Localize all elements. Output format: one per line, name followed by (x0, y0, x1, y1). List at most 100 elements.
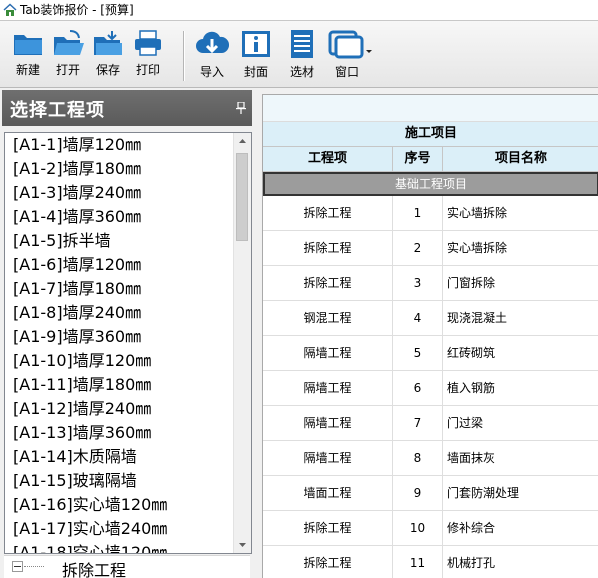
list-item[interactable]: [A1-6]墙厚120㎜ (13, 253, 141, 277)
cell-index: 4 (393, 301, 443, 335)
list-item[interactable]: [A1-18]空心墙120㎜ (13, 541, 167, 553)
table-row[interactable]: 拆除工程 2 实心墙拆除 (263, 231, 598, 266)
save-button[interactable]: 保存 (88, 29, 128, 85)
window-title: Tab装饰报价 - [预算] (20, 3, 134, 17)
printer-icon (135, 30, 161, 56)
cell-item-name: 现浇混凝土 (443, 301, 598, 335)
new-button[interactable]: 新建 (8, 29, 48, 85)
budget-grid: 施工项目 工程项 序号 项目名称 基础工程项目 拆除工程 1 实心墙拆除 拆除工… (262, 94, 598, 578)
material-doc-icon (291, 30, 313, 58)
list-item[interactable]: [A1-2]墙厚180㎜ (13, 157, 141, 181)
list-item[interactable]: [A1-10]墙厚120㎜ (13, 349, 151, 373)
project-item-panel: 选择工程项 [A1-1]墙厚120㎜ [A1-2]墙厚180㎜ [A1-3]墙厚… (0, 88, 254, 578)
column-header[interactable]: 序号 (393, 147, 443, 171)
list-item[interactable]: [A1-7]墙厚180㎜ (13, 277, 141, 301)
table-row[interactable]: 钢混工程 4 现浇混凝土 (263, 301, 598, 336)
cell-category: 拆除工程 (263, 546, 393, 578)
list-item[interactable]: [A1-14]木质隔墙 (13, 445, 137, 469)
toolbar-separator (183, 31, 185, 81)
cell-index: 9 (393, 476, 443, 510)
cell-index: 10 (393, 511, 443, 545)
folder-open-icon (54, 30, 84, 55)
group-header: 施工项目 (263, 122, 598, 147)
list-item[interactable]: [A1-8]墙厚240㎜ (13, 301, 141, 325)
print-button[interactable]: 打印 (128, 29, 168, 85)
cell-category: 拆除工程 (263, 511, 393, 545)
collapse-toggle-icon[interactable] (12, 561, 23, 572)
budget-table-area: 施工项目 工程项 序号 项目名称 基础工程项目 拆除工程 1 实心墙拆除 拆除工… (254, 88, 598, 578)
cell-category: 拆除工程 (263, 231, 393, 265)
cell-item-name: 实心墙拆除 (443, 231, 598, 265)
table-row[interactable]: 隔墙工程 5 红砖砌筑 (263, 336, 598, 371)
list-item[interactable]: [A1-11]墙厚180㎜ (13, 373, 151, 397)
cell-category: 隔墙工程 (263, 336, 393, 370)
column-header-row: 工程项 序号 项目名称 (263, 147, 598, 172)
table-row[interactable]: 拆除工程 11 机械打孔 (263, 546, 598, 578)
pin-icon[interactable] (236, 102, 246, 114)
cell-index: 1 (393, 196, 443, 230)
cell-category: 隔墙工程 (263, 441, 393, 475)
list-item[interactable]: [A1-4]墙厚360㎜ (13, 205, 141, 229)
panel-header: 选择工程项 (2, 90, 252, 126)
list-item[interactable]: [A1-17]实心墙240㎜ (13, 517, 167, 541)
cell-index: 6 (393, 371, 443, 405)
table-row[interactable]: 隔墙工程 8 墙面抹灰 (263, 441, 598, 476)
download-icon (196, 31, 229, 54)
cell-index: 7 (393, 406, 443, 440)
info-cover-icon (242, 31, 270, 57)
scroll-up-icon[interactable] (234, 133, 251, 150)
cell-category: 拆除工程 (263, 196, 393, 230)
cell-item-name: 门窗拆除 (443, 266, 598, 300)
cell-index: 2 (393, 231, 443, 265)
save-icon (94, 31, 122, 55)
cell-category: 拆除工程 (263, 266, 393, 300)
column-header[interactable]: 工程项 (263, 147, 393, 171)
material-button[interactable]: 选材 (282, 29, 322, 85)
house-icon (3, 3, 17, 16)
list-item[interactable]: [A1-9]墙厚360㎜ (13, 325, 141, 349)
list-item[interactable]: [A1-15]玻璃隔墙 (13, 469, 137, 493)
scroll-thumb[interactable] (236, 153, 248, 241)
panel-title: 选择工程项 (10, 100, 105, 121)
window-button[interactable]: 窗口 (327, 29, 372, 85)
folder-new-icon (14, 35, 42, 55)
cell-item-name: 修补综合 (443, 511, 598, 545)
scroll-down-icon[interactable] (234, 536, 251, 553)
column-header[interactable]: 项目名称 (443, 147, 598, 171)
cell-index: 8 (393, 441, 443, 475)
toolbar: 新建 打开 保存 打印 导入 封面 选材 窗口 (0, 21, 598, 88)
cover-button[interactable]: 封面 (236, 29, 276, 85)
table-row[interactable]: 墙面工程 9 门套防潮处理 (263, 476, 598, 511)
cell-item-name: 实心墙拆除 (443, 196, 598, 230)
grid-top-band (263, 95, 598, 122)
table-row[interactable]: 隔墙工程 7 门过梁 (263, 406, 598, 441)
open-button[interactable]: 打开 (48, 29, 88, 85)
cell-item-name: 植入钢筋 (443, 371, 598, 405)
list-item[interactable]: [A1-3]墙厚240㎜ (13, 181, 141, 205)
table-row[interactable]: 拆除工程 1 实心墙拆除 (263, 196, 598, 231)
list-item[interactable]: [A1-13]墙厚360㎜ (13, 421, 151, 445)
section-row[interactable]: 基础工程项目 (263, 172, 598, 196)
list-item[interactable]: [A1-1]墙厚120㎜ (13, 133, 141, 157)
project-item-list[interactable]: [A1-1]墙厚120㎜ [A1-2]墙厚180㎜ [A1-3]墙厚240㎜ [… (4, 132, 252, 554)
cell-item-name: 门套防潮处理 (443, 476, 598, 510)
table-row[interactable]: 隔墙工程 6 植入钢筋 (263, 371, 598, 406)
list-item[interactable]: [A1-5]拆半墙 (13, 229, 111, 253)
import-button[interactable]: 导入 (192, 29, 232, 85)
window-icon (328, 30, 372, 59)
cell-item-name: 红砖砌筑 (443, 336, 598, 370)
table-row[interactable]: 拆除工程 3 门窗拆除 (263, 266, 598, 301)
cell-item-name: 墙面抹灰 (443, 441, 598, 475)
cell-index: 5 (393, 336, 443, 370)
cell-item-name: 机械打孔 (443, 546, 598, 578)
list-item[interactable]: [A1-16]实心墙120㎜ (13, 493, 167, 517)
cell-category: 墙面工程 (263, 476, 393, 510)
cell-category: 隔墙工程 (263, 371, 393, 405)
tree-connector (24, 566, 44, 567)
table-row[interactable]: 拆除工程 10 修补综合 (263, 511, 598, 546)
list-scrollbar[interactable] (233, 133, 251, 553)
cell-index: 11 (393, 546, 443, 578)
tree-node-demolition[interactable]: 拆除工程 (4, 555, 250, 578)
list-item[interactable]: [A1-12]墙厚240㎜ (13, 397, 151, 421)
tree-node-label: 拆除工程 (62, 561, 127, 578)
